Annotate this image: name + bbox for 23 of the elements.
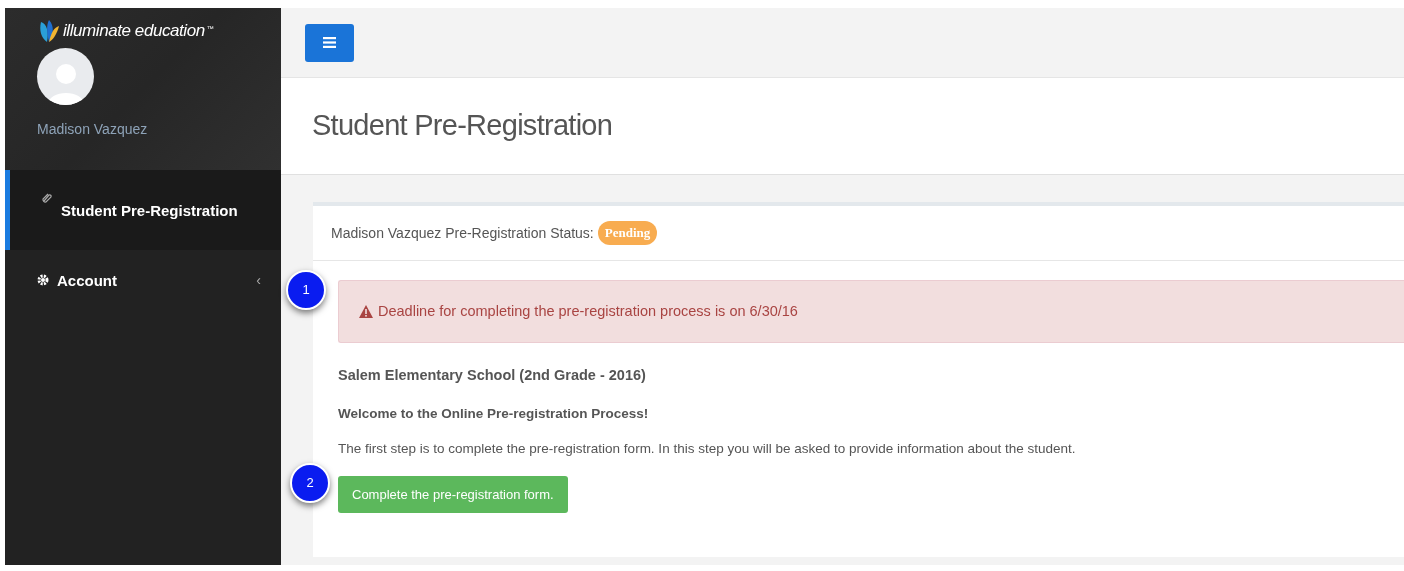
- page-title: Student Pre-Registration: [312, 108, 613, 144]
- status-label: Madison Vazquez Pre-Registration Status:: [331, 223, 594, 243]
- paperclip-icon: [41, 192, 53, 204]
- leaf-logo-icon: [37, 18, 61, 44]
- intro-text: The first step is to complete the pre-registration form. In this step you will be asked to provide information about the student.: [338, 440, 1077, 458]
- nav-item[interactable]: Student Pre-Registration: [5, 170, 281, 250]
- menu-icon: [323, 37, 336, 48]
- user-name: Madison Vazquez: [37, 120, 149, 139]
- alert-text: Deadline for completing the pre-registration process is on 6/30/16: [378, 301, 798, 321]
- menu-item[interactable]: Account ‹: [5, 250, 281, 310]
- menu-button[interactable]: [305, 23, 354, 62]
- menu-label: Account: [57, 270, 118, 291]
- avatar-icon: [37, 48, 94, 105]
- warning-icon: [359, 305, 373, 318]
- step-marker: 2: [290, 463, 330, 503]
- menu-label: Student Pre-Registration: [61, 200, 239, 221]
- status-badge: Pending: [597, 221, 658, 245]
- caret-icon: ‹: [256, 269, 261, 291]
- gear-icon: [37, 274, 49, 286]
- welcome-heading: Welcome to the Online Pre-registration Process!: [338, 404, 650, 423]
- logo-text: illuminate education: [63, 20, 205, 43]
- step-marker: 1: [286, 270, 326, 310]
- school-name: Salem Elementary School (2nd Grade - 2016): [338, 366, 647, 385]
